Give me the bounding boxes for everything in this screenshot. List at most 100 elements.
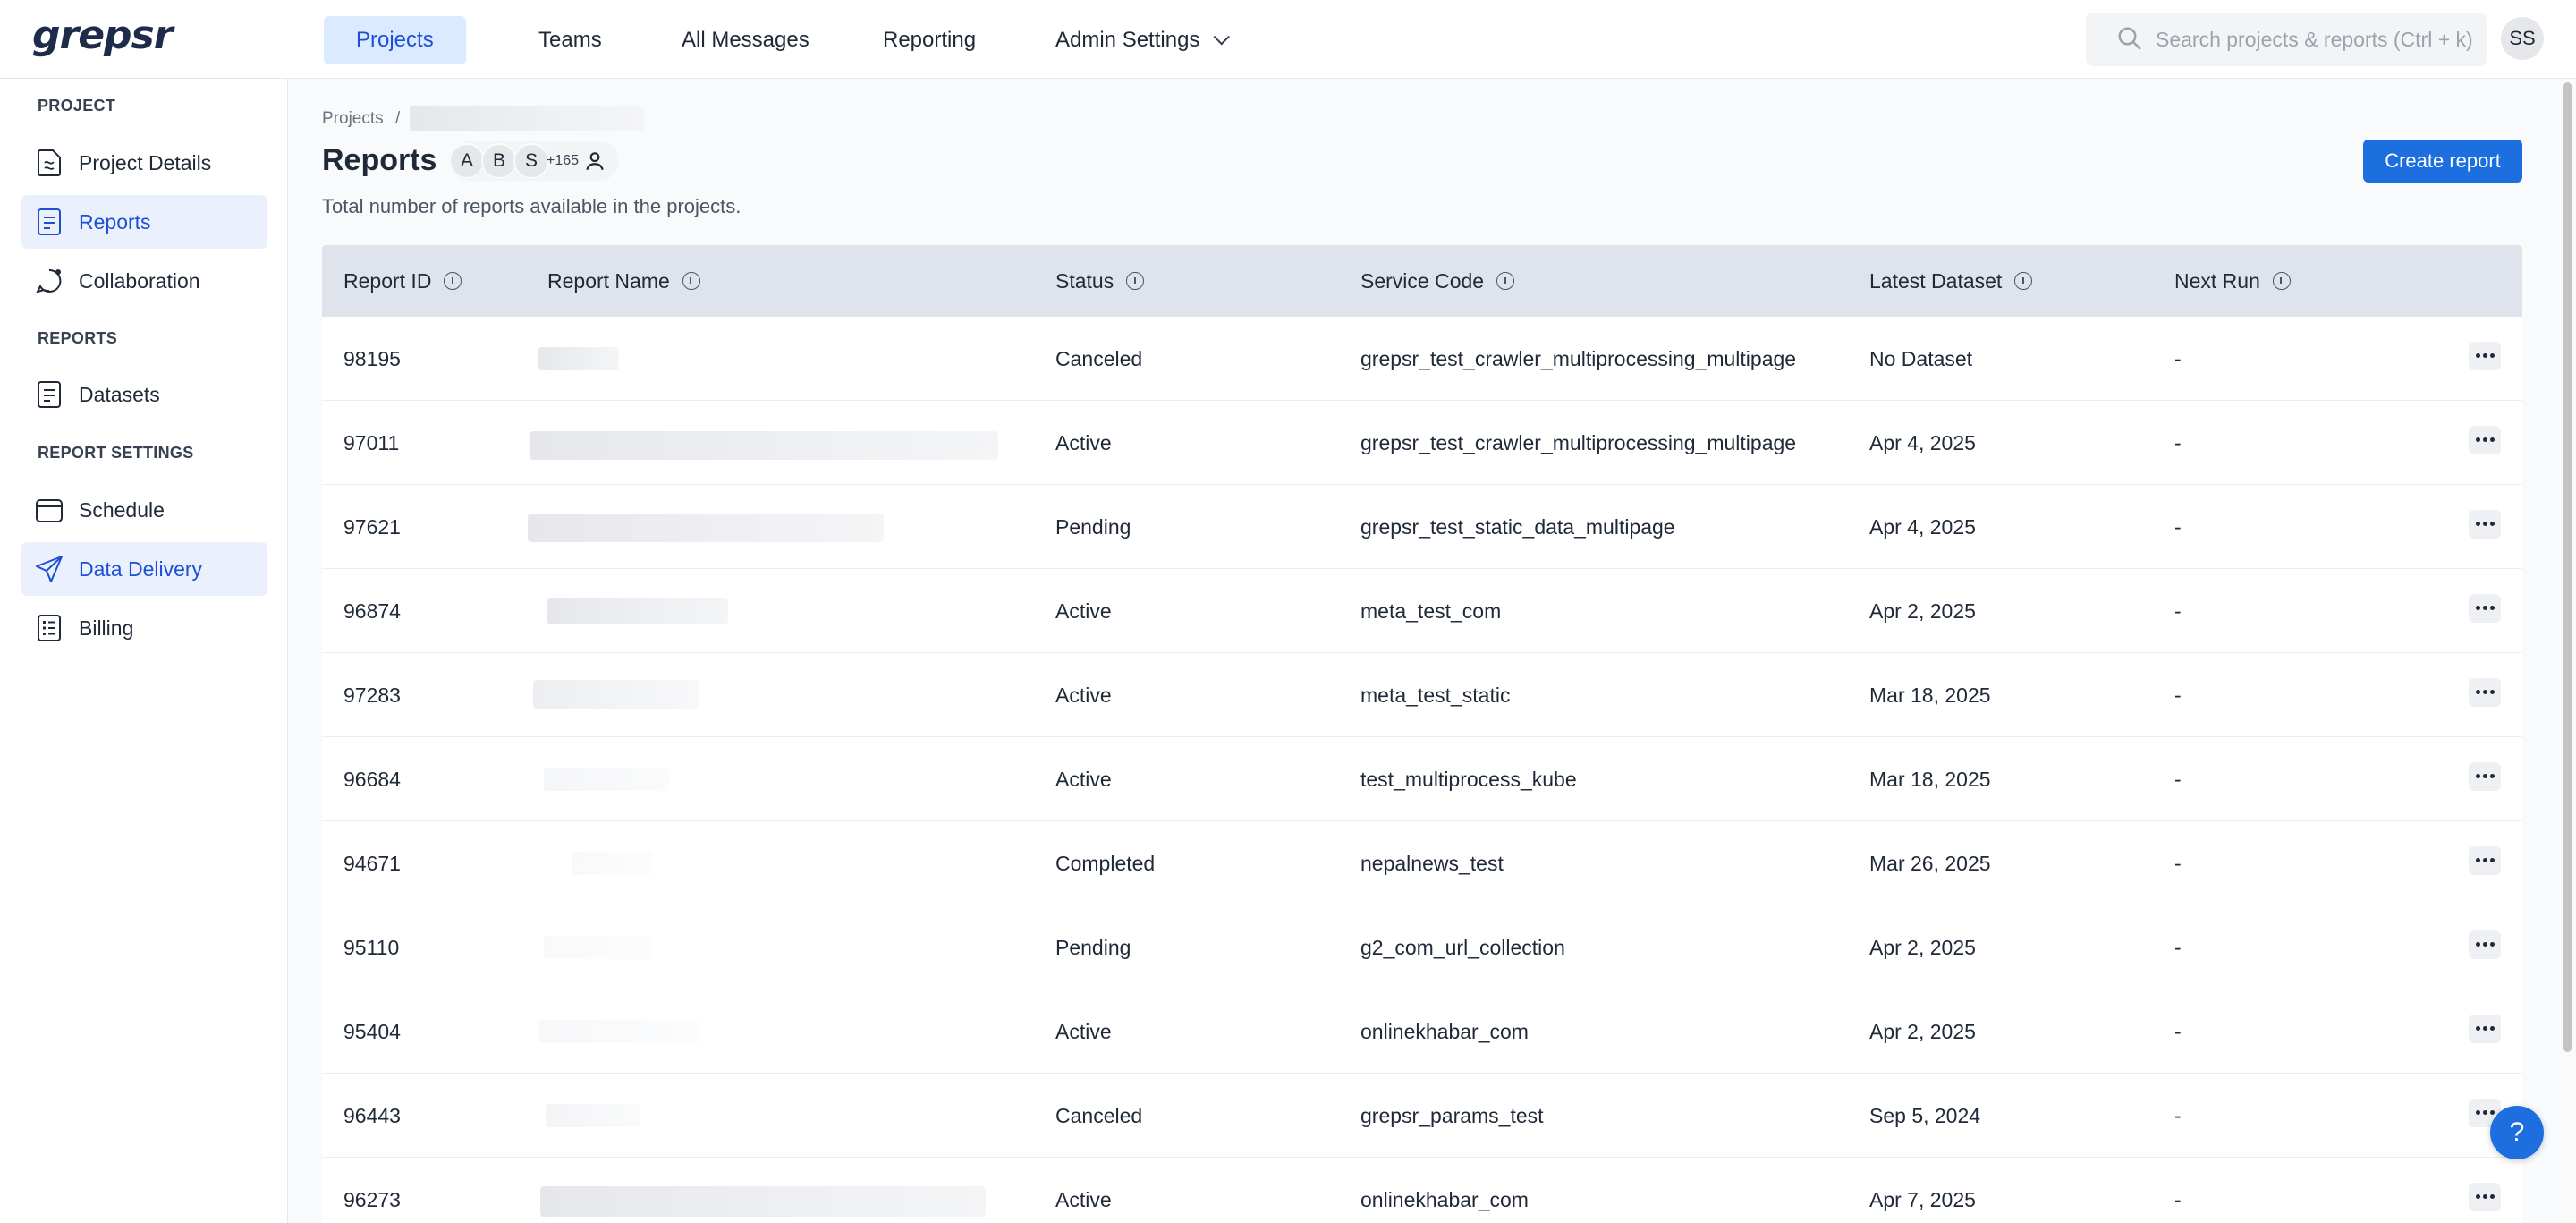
status-cell: Canceled	[1055, 347, 1143, 370]
report-id-cell: 95404	[343, 1020, 401, 1043]
sidebar-item-label: Data Delivery	[79, 557, 203, 581]
sidebar-item-label: Project Details	[79, 151, 212, 174]
service-code-cell: grepsr_params_test	[1360, 1104, 1544, 1127]
more-options-icon[interactable]	[2469, 1183, 2501, 1211]
breadcrumb-projects[interactable]: Projects	[322, 109, 384, 129]
latest-dataset-cell: Apr 4, 2025	[1869, 515, 1976, 539]
column-header-service-code[interactable]: Service Code	[1360, 245, 1515, 317]
report-id-cell: 94671	[343, 852, 401, 875]
scrollbar-thumb[interactable]	[2563, 82, 2572, 1052]
sidebar-section-reports: REPORTS	[38, 329, 118, 347]
status-cell: Active	[1055, 599, 1112, 623]
service-code-cell: test_multiprocess_kube	[1360, 768, 1577, 791]
table-row[interactable]: 96874 Active meta_test_com Apr 2, 2025 -	[322, 569, 2522, 653]
table-row[interactable]: 95110 Pending g2_com_url_collection Apr …	[322, 905, 2522, 989]
page-subtitle: Total number of reports available in the…	[322, 195, 741, 217]
info-icon[interactable]	[682, 271, 700, 290]
table-row[interactable]: 95404 Active onlinekhabar_com Apr 2, 202…	[322, 989, 2522, 1074]
more-options-icon[interactable]	[2469, 426, 2501, 454]
next-run-cell: -	[2174, 599, 2182, 623]
next-run-cell: -	[2174, 1188, 2182, 1211]
sidebar-item-label: Billing	[79, 616, 134, 640]
column-header-next-run[interactable]: Next Run	[2174, 245, 2291, 317]
table-row[interactable]: 97011 Active grepsr_test_crawler_multipr…	[322, 401, 2522, 485]
report-name-placeholder	[544, 936, 651, 959]
breadcrumb-separator: /	[395, 109, 401, 128]
nav-teams[interactable]: Teams	[506, 16, 634, 64]
info-icon[interactable]	[2272, 271, 2291, 290]
table-row[interactable]: 96684 Active test_multiprocess_kube Mar …	[322, 737, 2522, 821]
sidebar-item-schedule[interactable]: Schedule	[21, 483, 267, 537]
latest-dataset-cell: Mar 26, 2025	[1869, 852, 1991, 875]
dataset-icon	[38, 381, 61, 408]
latest-dataset-cell: Mar 18, 2025	[1869, 684, 1991, 707]
user-avatar[interactable]: SS	[2501, 17, 2544, 60]
add-user-icon	[586, 152, 604, 171]
column-header-report-name[interactable]: Report Name	[547, 245, 700, 317]
collaborator-avatars[interactable]: A B S +165	[449, 141, 619, 181]
latest-dataset-cell: No Dataset	[1869, 347, 1973, 370]
more-options-icon[interactable]	[2469, 1015, 2501, 1043]
latest-dataset-cell: Apr 2, 2025	[1869, 936, 1976, 959]
table-row[interactable]: 94671 Completed nepalnews_test Mar 26, 2…	[322, 821, 2522, 905]
more-options-icon[interactable]	[2469, 846, 2501, 875]
more-options-icon[interactable]	[2469, 762, 2501, 791]
create-report-button[interactable]: Create report	[2363, 140, 2522, 183]
help-button[interactable]: ?	[2490, 1106, 2544, 1159]
info-icon[interactable]	[444, 271, 462, 290]
sidebar-item-collaboration[interactable]: Collaboration	[21, 254, 267, 308]
report-id-cell: 96684	[343, 768, 401, 791]
info-icon[interactable]	[2014, 271, 2033, 290]
status-cell: Pending	[1055, 515, 1131, 539]
sidebar-item-billing[interactable]: Billing	[21, 601, 267, 655]
latest-dataset-cell: Mar 18, 2025	[1869, 768, 1991, 791]
sidebar-section-report-settings: REPORT SETTINGS	[38, 444, 194, 462]
report-icon	[38, 208, 61, 235]
grepsr-logo[interactable]: grepsr	[32, 13, 173, 58]
status-cell: Canceled	[1055, 1104, 1143, 1127]
document-icon	[38, 149, 61, 176]
nav-reporting[interactable]: Reporting	[851, 16, 1008, 64]
report-name-placeholder	[572, 852, 653, 875]
column-header-label: Latest Dataset	[1869, 269, 2003, 293]
info-icon[interactable]	[1496, 271, 1515, 290]
table-row[interactable]: 98195 Canceled grepsr_test_crawler_multi…	[322, 317, 2522, 401]
more-options-icon[interactable]	[2469, 594, 2501, 623]
sidebar-item-project-details[interactable]: Project Details	[21, 136, 267, 190]
sidebar-item-label: Reports	[79, 210, 151, 234]
chat-icon	[36, 268, 62, 293]
status-cell: Active	[1055, 768, 1112, 791]
column-header-report-id[interactable]: Report ID	[343, 245, 462, 317]
service-code-cell: meta_test_com	[1360, 599, 1502, 623]
info-icon[interactable]	[1126, 271, 1145, 290]
more-options-icon[interactable]	[2469, 510, 2501, 539]
search-input[interactable]: Search projects & reports (Ctrl + k)	[2086, 13, 2487, 66]
table-row[interactable]: 96273 Active onlinekhabar_com Apr 7, 202…	[322, 1158, 2522, 1223]
column-header-label: Report Name	[547, 269, 670, 293]
report-id-cell: 97621	[343, 515, 401, 539]
table-row[interactable]: 97621 Pending grepsr_test_static_data_mu…	[322, 485, 2522, 569]
report-id-cell: 96443	[343, 1104, 401, 1127]
next-run-cell: -	[2174, 1020, 2182, 1043]
more-options-icon[interactable]	[2469, 930, 2501, 959]
column-header-label: Status	[1055, 269, 1114, 293]
breadcrumb-project-placeholder	[410, 106, 644, 131]
column-header-status[interactable]: Status	[1055, 245, 1145, 317]
column-header-latest-dataset[interactable]: Latest Dataset	[1869, 245, 2033, 317]
next-run-cell: -	[2174, 431, 2182, 454]
sidebar-item-reports[interactable]: Reports	[21, 195, 267, 249]
nav-all-messages[interactable]: All Messages	[649, 16, 842, 64]
sidebar-item-data-delivery[interactable]: Data Delivery	[21, 542, 267, 596]
main-content: Projects / Reports A B S +165 Total numb…	[288, 79, 2576, 1223]
more-options-icon[interactable]	[2469, 342, 2501, 370]
more-options-icon[interactable]	[2469, 678, 2501, 707]
report-name-placeholder	[538, 347, 619, 370]
nav-projects[interactable]: Projects	[324, 16, 466, 64]
table-row[interactable]: 97283 Active meta_test_static Mar 18, 20…	[322, 653, 2522, 737]
chevron-down-icon	[1213, 29, 1231, 46]
search-placeholder: Search projects & reports (Ctrl + k)	[2156, 28, 2473, 51]
nav-admin-settings[interactable]: Admin Settings	[1023, 16, 1256, 64]
report-name-placeholder	[530, 431, 998, 460]
table-row[interactable]: 96443 Canceled grepsr_params_test Sep 5,…	[322, 1074, 2522, 1158]
sidebar-item-datasets[interactable]: Datasets	[21, 368, 267, 421]
